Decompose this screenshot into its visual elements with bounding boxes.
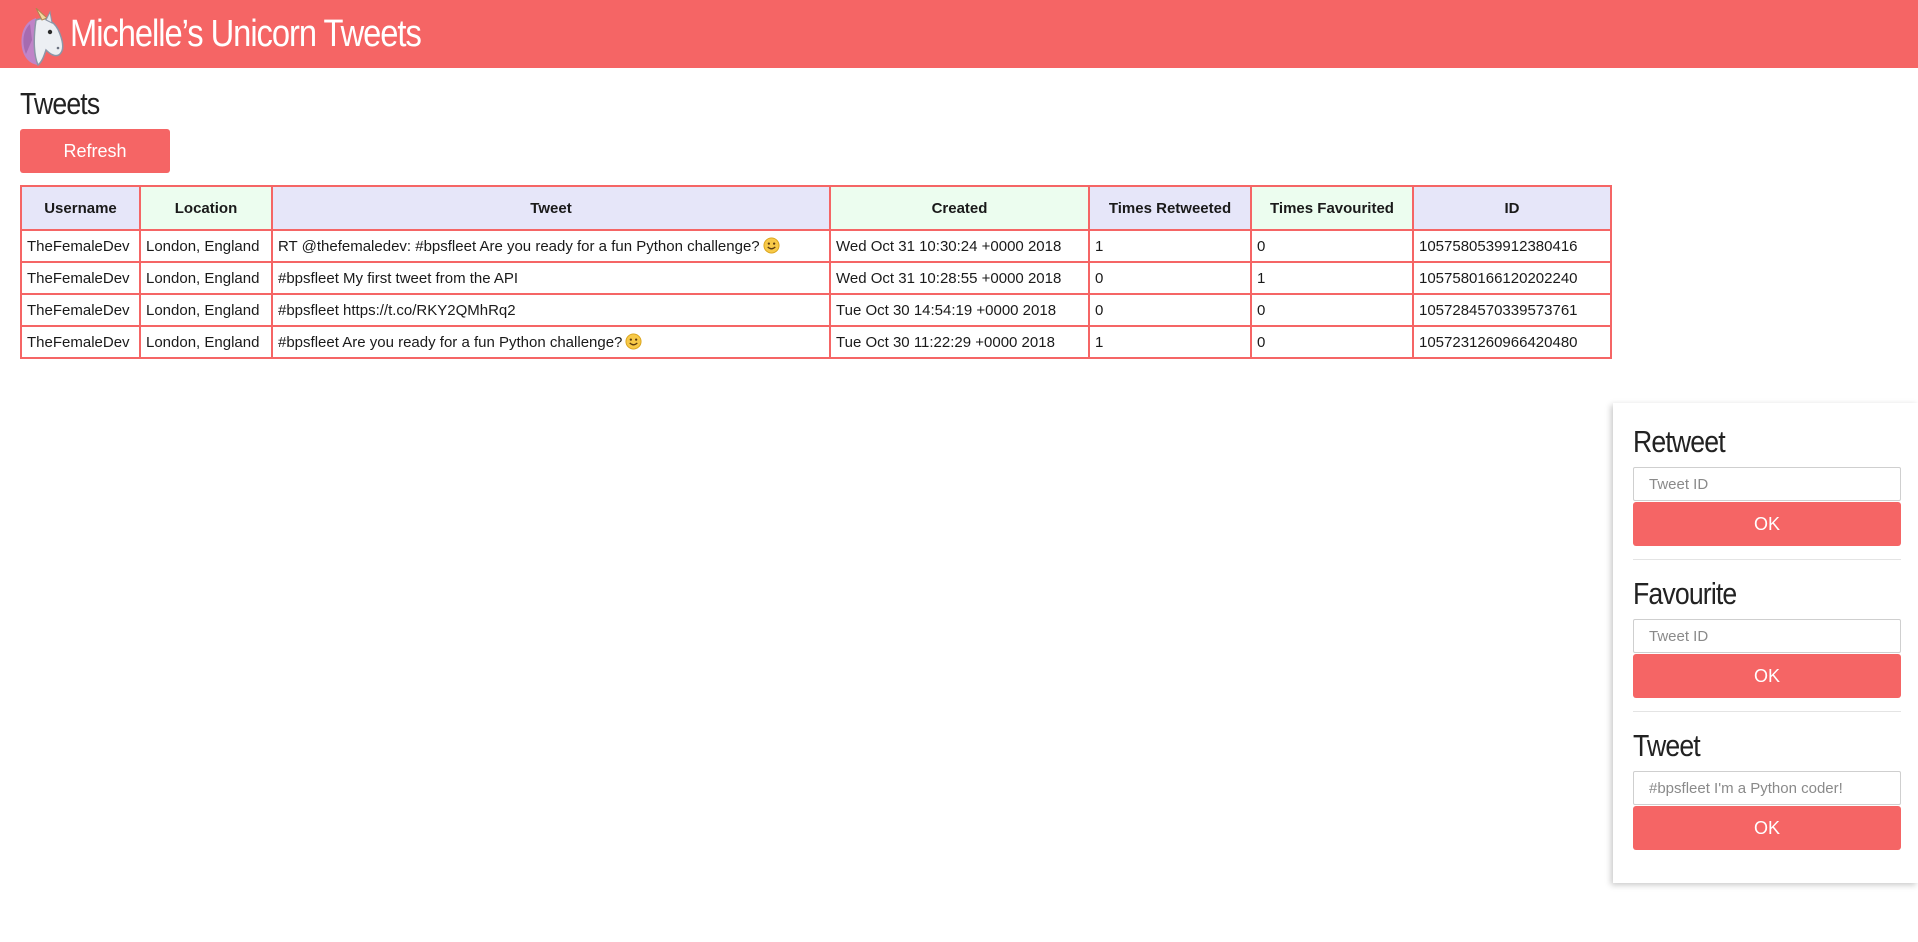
cell-created: Wed Oct 31 10:30:24 +0000 2018 xyxy=(829,229,1090,263)
cell-retweets: 1 xyxy=(1088,229,1252,263)
cell-tweet: #bpsfleet Are you ready for a fun Python… xyxy=(271,325,831,359)
cell-retweets: 0 xyxy=(1088,261,1252,295)
tweet-heading: Tweet xyxy=(1633,728,1701,763)
retweet-section: Retweet OK xyxy=(1633,423,1901,546)
cell-id: 1057284570339573761 xyxy=(1412,293,1612,327)
page-title: Tweets xyxy=(20,86,100,121)
cell-tweet: RT @thefemaledev: #bpsfleet Are you read… xyxy=(271,229,831,263)
favourite-heading: Favourite xyxy=(1633,576,1737,611)
actions-panel: Retweet OK Favourite OK Tweet OK xyxy=(1613,403,1918,883)
cell-username: TheFemaleDev xyxy=(20,261,141,295)
favourite-ok-button[interactable]: OK xyxy=(1633,654,1901,698)
favourite-section: Favourite OK xyxy=(1633,575,1901,698)
table-row: TheFemaleDev London, England #bpsfleet A… xyxy=(20,325,1612,359)
cell-favourites: 0 xyxy=(1250,325,1414,359)
cell-tweet: #bpsfleet My first tweet from the API xyxy=(271,261,831,295)
column-header-location: Location xyxy=(139,185,273,231)
cell-id: 1057231260966420480 xyxy=(1412,325,1612,359)
app-header: Michelle’s Unicorn Tweets xyxy=(0,0,1918,68)
tweet-text: #bpsfleet https://t.co/RKY2QMhRq2 xyxy=(278,301,516,319)
column-header-times-retweeted: Times Retweeted xyxy=(1088,185,1252,231)
cell-tweet: #bpsfleet https://t.co/RKY2QMhRq2 xyxy=(271,293,831,327)
table-row: TheFemaleDev London, England RT @thefema… xyxy=(20,229,1612,263)
cell-username: TheFemaleDev xyxy=(20,325,141,359)
cell-created: Tue Oct 30 14:54:19 +0000 2018 xyxy=(829,293,1090,327)
column-header-created: Created xyxy=(829,185,1090,231)
table-header-row: Username Location Tweet Created Times Re… xyxy=(20,185,1612,231)
retweet-id-input[interactable] xyxy=(1633,467,1901,501)
refresh-button[interactable]: Refresh xyxy=(20,129,170,173)
cell-location: London, England xyxy=(139,293,273,327)
divider xyxy=(1633,711,1901,712)
column-header-username: Username xyxy=(20,185,141,231)
cell-retweets: 1 xyxy=(1088,325,1252,359)
cell-favourites: 0 xyxy=(1250,293,1414,327)
cell-favourites: 1 xyxy=(1250,261,1414,295)
cell-created: Wed Oct 31 10:28:55 +0000 2018 xyxy=(829,261,1090,295)
cell-id: 1057580166120202240 xyxy=(1412,261,1612,295)
cell-username: TheFemaleDev xyxy=(20,293,141,327)
retweet-ok-button[interactable]: OK xyxy=(1633,502,1901,546)
smiley-icon xyxy=(763,237,780,254)
tweet-section: Tweet OK xyxy=(1633,727,1901,850)
tweet-text: RT @thefemaledev: #bpsfleet Are you read… xyxy=(278,238,760,255)
column-header-tweet: Tweet xyxy=(271,185,831,231)
table-row: TheFemaleDev London, England #bpsfleet M… xyxy=(20,261,1612,295)
column-header-times-favourited: Times Favourited xyxy=(1250,185,1414,231)
favourite-id-input[interactable] xyxy=(1633,619,1901,653)
tweets-table: Username Location Tweet Created Times Re… xyxy=(20,185,1612,359)
cell-created: Tue Oct 30 11:22:29 +0000 2018 xyxy=(829,325,1090,359)
cell-location: London, England xyxy=(139,261,273,295)
cell-id: 1057580539912380416 xyxy=(1412,229,1612,263)
column-header-id: ID xyxy=(1412,185,1612,231)
cell-retweets: 0 xyxy=(1088,293,1252,327)
smiley-icon xyxy=(625,333,642,350)
cell-favourites: 0 xyxy=(1250,229,1414,263)
retweet-heading: Retweet xyxy=(1633,424,1726,459)
tweet-ok-button[interactable]: OK xyxy=(1633,806,1901,850)
tweet-text-input[interactable] xyxy=(1633,771,1901,805)
cell-location: London, England xyxy=(139,325,273,359)
unicorn-icon xyxy=(21,8,64,66)
app-title: Michelle’s Unicorn Tweets xyxy=(70,12,422,55)
tweet-text: #bpsfleet My first tweet from the API xyxy=(278,269,519,287)
cell-location: London, England xyxy=(139,229,273,263)
table-row: TheFemaleDev London, England #bpsfleet h… xyxy=(20,293,1612,327)
divider xyxy=(1633,559,1901,560)
tweet-text: #bpsfleet Are you ready for a fun Python… xyxy=(278,334,623,351)
cell-username: TheFemaleDev xyxy=(20,229,141,263)
